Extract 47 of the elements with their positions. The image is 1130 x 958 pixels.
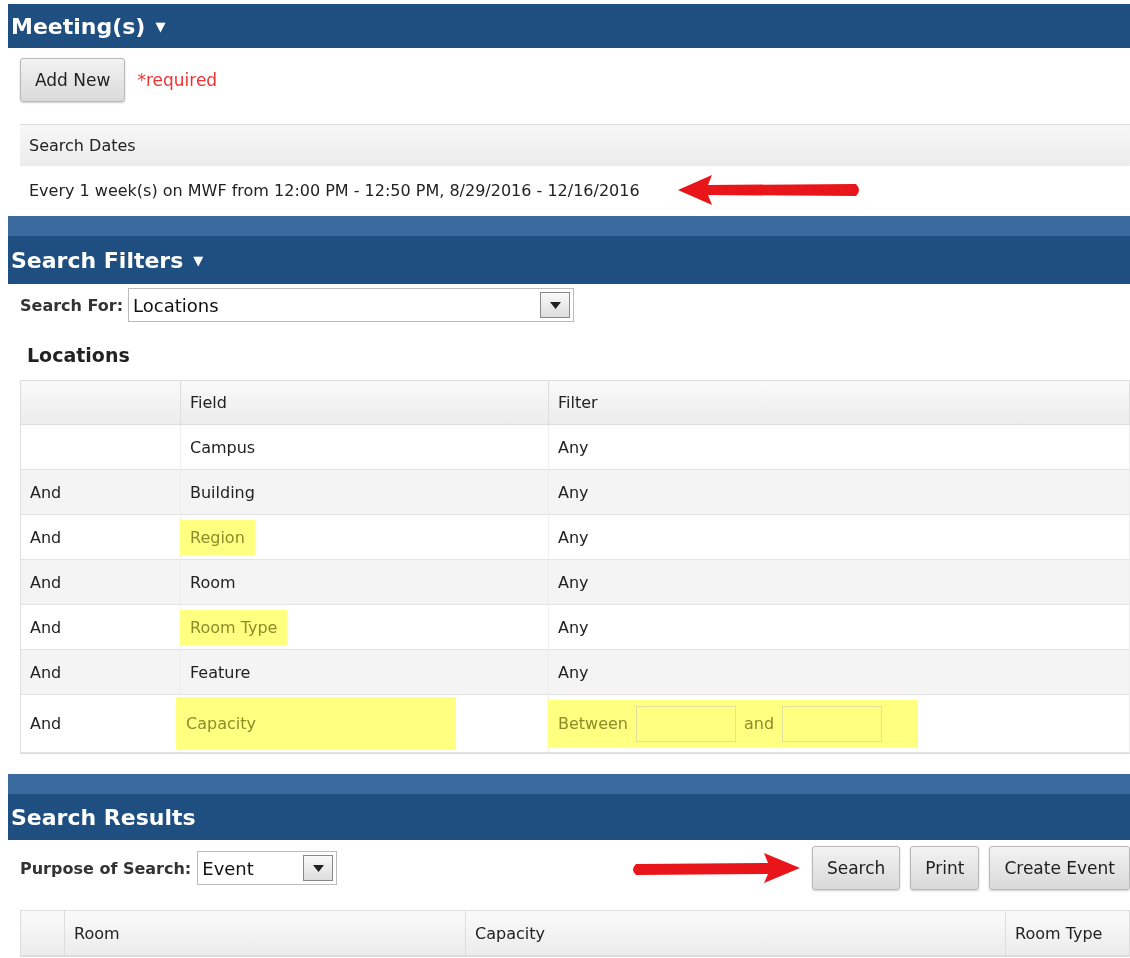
- search-for-dropdown[interactable]: Locations: [128, 288, 575, 322]
- column-header: Field: [181, 381, 549, 425]
- section-title: Meeting(s): [11, 13, 146, 39]
- range-label: Between: [558, 714, 628, 733]
- action-button[interactable]: Print: [910, 846, 980, 890]
- table-cell: Any: [558, 662, 589, 682]
- section-title: Search Results: [11, 804, 196, 830]
- dropdown-caret-icon: [549, 301, 561, 309]
- column-header[interactable]: Capacity: [466, 911, 1006, 956]
- table-cell: Any: [558, 527, 589, 547]
- action-button[interactable]: Search: [811, 846, 901, 890]
- table-cell: And: [30, 617, 62, 637]
- add-new-button[interactable]: Add New: [20, 58, 126, 102]
- table-cell: And: [30, 572, 62, 592]
- column-header[interactable]: Room: [65, 911, 466, 956]
- table-cell-text: Feature: [189, 661, 252, 684]
- subsection-title: Locations: [26, 343, 131, 368]
- field-label: Search For:: [20, 295, 124, 315]
- table-cell: Capacity: [176, 697, 456, 750]
- table-cell-text: Building: [189, 481, 256, 504]
- section-title: Search Filters: [11, 247, 184, 273]
- column-header: Filter: [549, 381, 1130, 425]
- column-header[interactable]: Room Type: [1006, 911, 1130, 956]
- table-cell-text: Room: [189, 571, 237, 594]
- field-label: Purpose of Search:: [20, 858, 192, 878]
- table-cell: Region: [180, 519, 255, 555]
- date-pattern-text: Every 1 week(s) on MWF from 12:00 PM - 12:50 PM, 8/29/2016 - 12/16/2016: [29, 180, 640, 200]
- table-cell: And: [30, 482, 62, 502]
- min-capacity-field[interactable]: [636, 705, 736, 742]
- dropdown-caret-icon: [312, 864, 324, 872]
- purpose-dropdown[interactable]: Event: [197, 851, 338, 885]
- max-capacity-field[interactable]: [782, 705, 883, 742]
- table-cell: And: [30, 527, 62, 547]
- action-button[interactable]: Create Event: [989, 846, 1130, 890]
- table-cell: Any: [558, 437, 589, 457]
- range-label: and: [744, 714, 775, 733]
- table-cell: And: [30, 714, 62, 733]
- table-cell: Any: [558, 617, 589, 637]
- required-note: *required: [137, 70, 218, 90]
- table-cell-text: Campus: [189, 436, 257, 459]
- table-header-cell: Search Dates: [20, 124, 1130, 166]
- collapse-toggle[interactable]: ▼: [155, 18, 166, 34]
- table-cell: Any: [558, 572, 589, 592]
- collapse-toggle[interactable]: ▼: [193, 252, 204, 268]
- table-cell: Any: [558, 482, 589, 502]
- table-cell: And: [30, 662, 62, 682]
- table-cell: Room Type: [180, 609, 288, 645]
